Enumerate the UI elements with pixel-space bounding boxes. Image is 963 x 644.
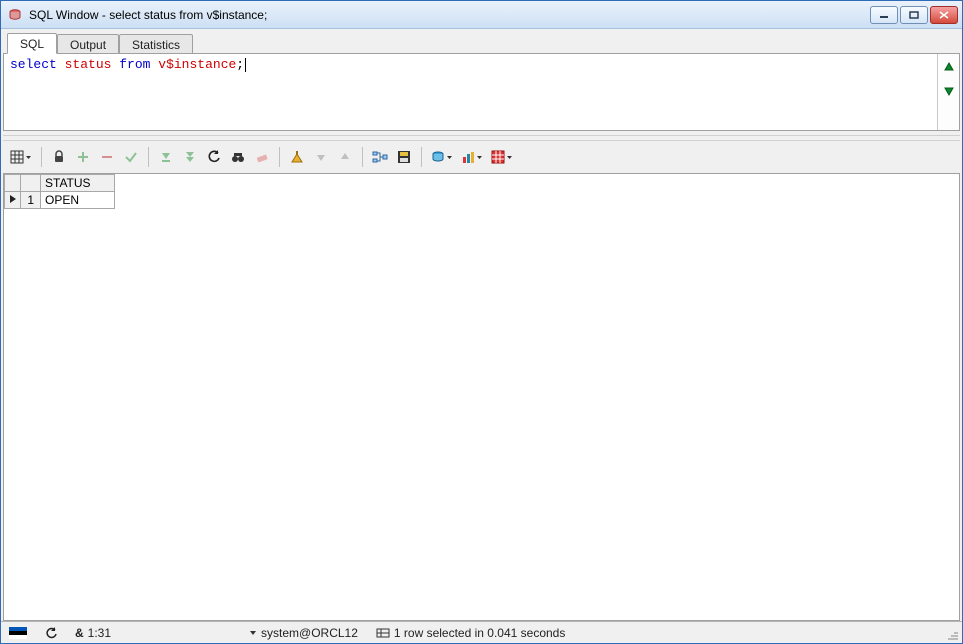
minus-icon <box>100 150 114 164</box>
record-icon <box>290 150 304 164</box>
eraser-icon <box>255 150 269 164</box>
current-row-indicator <box>5 192 21 209</box>
fetch-next-button[interactable] <box>155 146 177 168</box>
refresh-button[interactable] <box>203 146 225 168</box>
fetch-all-icon <box>183 150 197 164</box>
check-icon <box>124 150 138 164</box>
user-glyph: & <box>75 626 84 640</box>
results-toolbar <box>3 143 960 171</box>
sql-editor-panel: select status from v$instance; <box>3 53 960 131</box>
row-number: 1 <box>21 192 41 209</box>
results-panel[interactable]: STATUS 1 OPEN <box>3 173 960 621</box>
titlebar[interactable]: SQL Window - select status from v$instan… <box>1 1 962 29</box>
toolbar-separator <box>421 147 422 167</box>
status-flag <box>5 622 31 643</box>
sql-window: SQL Window - select status from v$instan… <box>0 0 963 644</box>
sql-token: from <box>119 57 150 72</box>
toolbar-separator <box>362 147 363 167</box>
grid-icon <box>10 150 24 164</box>
toolbar-separator <box>41 147 42 167</box>
close-button[interactable] <box>930 6 958 24</box>
window-controls <box>870 6 958 24</box>
connection-label: system@ORCL12 <box>261 626 358 640</box>
delete-row-button[interactable] <box>96 146 118 168</box>
triangle-up-icon <box>338 150 352 164</box>
single-record-button[interactable] <box>286 146 308 168</box>
link-icon <box>372 150 388 164</box>
status-message: 1 row selected in 0.041 seconds <box>394 626 565 640</box>
fetch-next-icon <box>159 150 173 164</box>
commit-button[interactable] <box>120 146 142 168</box>
sql-token: status <box>65 57 112 72</box>
column-header-status[interactable]: STATUS <box>41 175 115 192</box>
nav-down-button[interactable] <box>310 146 332 168</box>
triangle-down-icon <box>314 150 328 164</box>
prev-sql-icon[interactable] <box>942 60 956 74</box>
grid-corner[interactable] <box>21 175 41 192</box>
status-message-cell: 1 row selected in 0.041 seconds <box>372 622 569 643</box>
sql-token: ; <box>236 57 244 72</box>
sql-editor[interactable]: select status from v$instance; <box>4 54 937 130</box>
row-pointer-icon <box>9 194 17 204</box>
clear-button[interactable] <box>251 146 273 168</box>
export-button[interactable] <box>428 146 456 168</box>
find-button[interactable] <box>227 146 249 168</box>
report-button[interactable] <box>488 146 516 168</box>
lock-icon <box>52 150 66 164</box>
toolbar-separator <box>279 147 280 167</box>
next-sql-icon[interactable] <box>942 84 956 98</box>
editor-nav <box>937 54 959 130</box>
app-icon <box>7 7 23 23</box>
editor-tabs: SQL Output Statistics <box>3 31 960 53</box>
results-grid[interactable]: STATUS 1 OPEN <box>4 174 115 209</box>
dropdown-icon <box>506 150 513 164</box>
statusbar: & 1:31 system@ORCL12 1 row selected in 0… <box>1 621 962 643</box>
status-time: 1:31 <box>88 626 111 640</box>
chart-button[interactable] <box>458 146 486 168</box>
report-icon <box>491 150 505 164</box>
linked-query-button[interactable] <box>369 146 391 168</box>
toolbar-separator <box>148 147 149 167</box>
nav-up-button[interactable] <box>334 146 356 168</box>
maximize-button[interactable] <box>900 6 928 24</box>
save-button[interactable] <box>393 146 415 168</box>
add-row-button[interactable] <box>72 146 94 168</box>
sql-token: v$instance <box>158 57 236 72</box>
chart-icon <box>461 150 475 164</box>
dropdown-icon <box>446 150 453 164</box>
sql-token: select <box>10 57 57 72</box>
table-row[interactable]: 1 OPEN <box>5 192 115 209</box>
grid-options-button[interactable] <box>7 146 35 168</box>
refresh-icon <box>207 150 221 164</box>
floppy-icon <box>397 150 411 164</box>
rows-icon <box>376 627 390 639</box>
text-cursor <box>245 58 246 72</box>
status-user: & 1:31 <box>71 622 115 643</box>
cell-status[interactable]: OPEN <box>41 192 115 209</box>
reconnect-icon <box>45 627 57 639</box>
status-connection[interactable]: system@ORCL12 <box>245 622 362 643</box>
window-title: SQL Window - select status from v$instan… <box>29 8 870 22</box>
dropdown-icon <box>249 628 257 638</box>
tab-statistics[interactable]: Statistics <box>119 34 193 54</box>
fetch-all-button[interactable] <box>179 146 201 168</box>
status-reconnect[interactable] <box>41 622 61 643</box>
binoculars-icon <box>231 150 245 164</box>
grid-corner[interactable] <box>5 175 21 192</box>
resize-grip[interactable] <box>944 626 958 640</box>
tab-sql[interactable]: SQL <box>7 33 57 54</box>
horizontal-splitter[interactable] <box>3 135 960 141</box>
minimize-button[interactable] <box>870 6 898 24</box>
tab-output[interactable]: Output <box>57 34 119 54</box>
plus-icon <box>76 150 90 164</box>
grid-header-row: STATUS <box>5 175 115 192</box>
export-icon <box>431 150 445 164</box>
flag-icon <box>9 627 27 639</box>
lock-button[interactable] <box>48 146 70 168</box>
dropdown-icon <box>476 150 483 164</box>
client-area: SQL Output Statistics select status from… <box>1 29 962 621</box>
dropdown-icon <box>25 150 32 164</box>
